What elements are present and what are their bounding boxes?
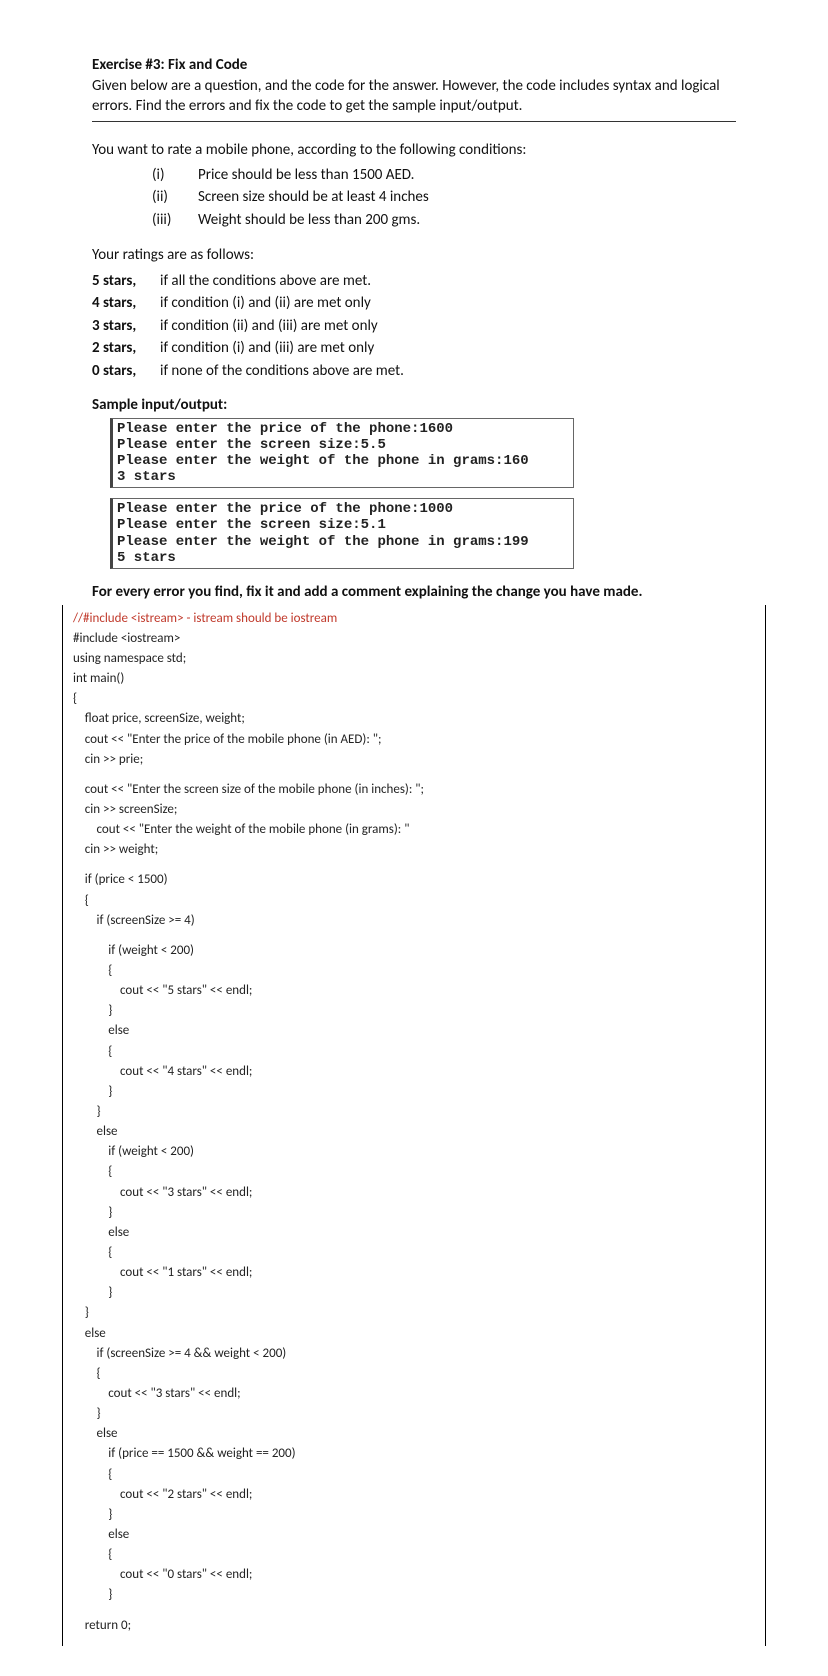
- list-marker: (ii): [152, 186, 182, 209]
- code-line: cin >> screenSize;: [73, 800, 755, 820]
- ratings-intro: Your ratings are as follows:: [92, 245, 736, 265]
- code-line: }: [73, 1102, 755, 1122]
- list-text: Weight should be less than 200 gms.: [198, 209, 420, 232]
- code-line: else: [73, 1324, 755, 1344]
- list-item: (i) Price should be less than 1500 AED.: [152, 164, 736, 187]
- code-line: }: [73, 1404, 755, 1424]
- divider: [92, 121, 736, 122]
- code-line: return 0;: [73, 1616, 755, 1636]
- code-line: {: [73, 1465, 755, 1485]
- fix-instruction: For every error you find, fix it and add…: [92, 583, 736, 601]
- code-block: //#include <istream> - istream should be…: [62, 605, 766, 1646]
- rating-text: if all the conditions above are met.: [160, 270, 371, 293]
- code-line: cout << "3 stars" << endl;: [73, 1183, 755, 1203]
- code-line: }: [73, 1082, 755, 1102]
- list-item: 0 stars, if none of the conditions above…: [92, 360, 736, 383]
- code-line: cout << "Enter the price of the mobile p…: [73, 730, 755, 750]
- list-item: (iii) Weight should be less than 200 gms…: [152, 209, 736, 232]
- list-item: 5 stars, if all the conditions above are…: [92, 270, 736, 293]
- sample-io-heading: Sample input/output:: [92, 396, 736, 414]
- code-line: {: [73, 1162, 755, 1182]
- code-line: else: [73, 1424, 755, 1444]
- code-line: int main(): [73, 669, 755, 689]
- list-item: 3 stars, if condition (ii) and (iii) are…: [92, 315, 736, 338]
- code-line: cin >> weight;: [73, 840, 755, 860]
- code-line: cout << "3 stars" << endl;: [73, 1384, 755, 1404]
- code-line: if (screenSize >= 4): [73, 911, 755, 931]
- code-line: cin >> prie;: [73, 750, 755, 770]
- code-line: {: [73, 689, 755, 709]
- code-line: {: [73, 1243, 755, 1263]
- code-line: cout << "2 stars" << endl;: [73, 1485, 755, 1505]
- document-page: Exercise #3: Fix and Code Given below ar…: [0, 0, 828, 1676]
- rating-text: if none of the conditions above are met.: [160, 360, 404, 383]
- rating-text: if condition (i) and (ii) are met only: [160, 292, 371, 315]
- code-line: }: [73, 1001, 755, 1021]
- code-line: {: [73, 1545, 755, 1565]
- rating-label: 2 stars,: [92, 337, 150, 360]
- code-line: cout << "0 stars" << endl;: [73, 1565, 755, 1585]
- rating-label: 4 stars,: [92, 292, 150, 315]
- intro-text: Given below are a question, and the code…: [92, 76, 736, 117]
- code-line: float price, screenSize, weight;: [73, 709, 755, 729]
- console-output-2: Please enter the price of the phone:1000…: [110, 498, 574, 568]
- code-line: else: [73, 1122, 755, 1142]
- exercise-title: Exercise #3: Fix and Code: [92, 56, 736, 74]
- ratings-list: 5 stars, if all the conditions above are…: [92, 270, 736, 383]
- code-line: else: [73, 1525, 755, 1545]
- list-item: 4 stars, if condition (i) and (ii) are m…: [92, 292, 736, 315]
- code-line: if (weight < 200): [73, 941, 755, 961]
- code-line: cout << "4 stars" << endl;: [73, 1062, 755, 1082]
- code-line: if (weight < 200): [73, 1142, 755, 1162]
- code-line: cout << "1 stars" << endl;: [73, 1263, 755, 1283]
- code-line: else: [73, 1223, 755, 1243]
- rating-label: 0 stars,: [92, 360, 150, 383]
- list-text: Price should be less than 1500 AED.: [198, 164, 414, 187]
- code-line: {: [73, 1042, 755, 1062]
- console-output-1: Please enter the price of the phone:1600…: [110, 418, 574, 488]
- code-line: }: [73, 1303, 755, 1323]
- code-line: cout << "5 stars" << endl;: [73, 981, 755, 1001]
- code-line: using namespace std;: [73, 649, 755, 669]
- rating-label: 5 stars,: [92, 270, 150, 293]
- question-intro: You want to rate a mobile phone, accordi…: [92, 140, 736, 160]
- code-line: }: [73, 1203, 755, 1223]
- list-text: Screen size should be at least 4 inches: [198, 186, 429, 209]
- list-marker: (iii): [152, 209, 182, 232]
- code-line: cout << "Enter the weight of the mobile …: [73, 820, 755, 840]
- code-line: }: [73, 1505, 755, 1525]
- rating-text: if condition (i) and (iii) are met only: [160, 337, 374, 360]
- code-line: {: [73, 891, 755, 911]
- code-line: {: [73, 1364, 755, 1384]
- list-item: (ii) Screen size should be at least 4 in…: [152, 186, 736, 209]
- code-line: if (screenSize >= 4 && weight < 200): [73, 1344, 755, 1364]
- code-line: {: [73, 961, 755, 981]
- rating-text: if condition (ii) and (iii) are met only: [160, 315, 378, 338]
- code-line: else: [73, 1021, 755, 1041]
- code-line: }: [73, 1283, 755, 1303]
- code-line: cout << "Enter the screen size of the mo…: [73, 780, 755, 800]
- code-line: #include <iostream>: [73, 629, 755, 649]
- list-item: 2 stars, if condition (i) and (iii) are …: [92, 337, 736, 360]
- code-comment: //#include <istream> - istream should be…: [73, 609, 755, 629]
- code-line: if (price == 1500 && weight == 200): [73, 1444, 755, 1464]
- code-line: if (price < 1500): [73, 870, 755, 890]
- conditions-list: (i) Price should be less than 1500 AED. …: [92, 164, 736, 232]
- rating-label: 3 stars,: [92, 315, 150, 338]
- code-line: }: [73, 1585, 755, 1605]
- list-marker: (i): [152, 164, 182, 187]
